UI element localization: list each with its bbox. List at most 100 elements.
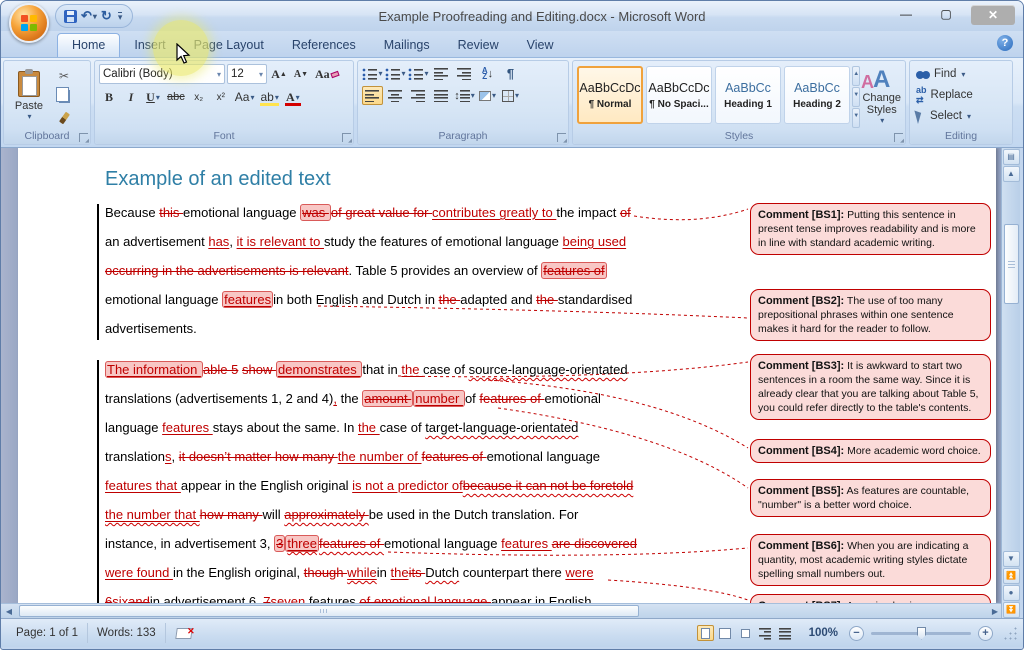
tab-mailings[interactable]: Mailings: [370, 34, 444, 57]
deleted-text-run[interactable]: 3: [274, 535, 285, 552]
tab-view[interactable]: View: [513, 34, 568, 57]
ruler-toggle-button[interactable]: ▤: [1003, 149, 1020, 165]
deleted-text-run[interactable]: its: [409, 565, 426, 580]
text-run[interactable]: ,: [229, 234, 236, 249]
inserted-text-run[interactable]: were: [565, 565, 593, 580]
deleted-text-run[interactable]: though: [304, 565, 347, 580]
doc-line[interactable]: an advertisement has, it is relevant to …: [105, 227, 637, 256]
align-center-button[interactable]: [385, 86, 406, 105]
text-run[interactable]: emotional: [544, 391, 600, 406]
proofing-errors-icon[interactable]: [176, 627, 192, 639]
multilevel-list-button[interactable]: ▾: [408, 64, 429, 83]
inserted-text-run[interactable]: has: [208, 234, 229, 249]
doc-line[interactable]: emotional language featuresin both Engli…: [105, 285, 637, 314]
web-layout-view-button[interactable]: [737, 625, 754, 641]
shrink-font-button[interactable]: A▼: [291, 64, 311, 84]
strikethrough-button[interactable]: abc: [165, 87, 187, 107]
deleted-text-run[interactable]: occurring in the advertisements is relev…: [105, 263, 349, 278]
text-run[interactable]: case of: [423, 362, 469, 377]
deleted-text-run[interactable]: features of: [422, 449, 487, 464]
deleted-text-run[interactable]: able 5: [203, 362, 238, 377]
styles-more-button[interactable]: ▼: [852, 108, 860, 128]
text-run[interactable]: emotional language: [487, 449, 600, 464]
comment-balloon-bs6[interactable]: Comment [BS6]: When you are indicating a…: [750, 534, 991, 586]
inserted-text-run[interactable]: six: [112, 594, 128, 603]
inserted-text-run[interactable]: were found: [105, 565, 173, 580]
style--no-spaci-[interactable]: AaBbCcDc¶ No Spaci...: [646, 66, 712, 124]
sort-button[interactable]: AZ↓: [477, 64, 498, 83]
document-text[interactable]: Because this emotional language was of g…: [105, 198, 637, 603]
inserted-text-run[interactable]: demonstrates: [276, 361, 362, 378]
deleted-text-run[interactable]: amount: [362, 390, 413, 407]
change-styles-button[interactable]: A Change Styles ▾: [862, 64, 901, 128]
style--normal[interactable]: AaBbCcDc¶ Normal: [577, 66, 643, 124]
zoom-slider-thumb[interactable]: [917, 627, 926, 640]
text-run[interactable]: stays about the same. In: [213, 420, 358, 435]
zoom-out-button[interactable]: −: [849, 626, 864, 641]
text-run[interactable]: translation: [105, 449, 165, 464]
text-run[interactable]: language: [105, 420, 162, 435]
text-run[interactable]: emotional language: [105, 292, 222, 307]
text-run[interactable]: the impact: [556, 205, 620, 220]
word-count[interactable]: Words: 133: [88, 623, 166, 643]
inserted-text-run[interactable]: the number that: [105, 507, 200, 522]
full-screen-reading-view-button[interactable]: [717, 625, 734, 641]
deleted-text-run[interactable]: the: [439, 292, 461, 307]
bullets-button[interactable]: ▾: [362, 64, 383, 83]
save-button[interactable]: [64, 10, 77, 23]
text-run[interactable]: emotional language: [183, 205, 300, 220]
align-right-button[interactable]: [408, 86, 429, 105]
text-run[interactable]: Dutch: [425, 565, 459, 580]
deleted-text-run[interactable]: of emotional language: [359, 594, 491, 603]
comment-balloon-bs7[interactable]: Comment [BS7]: A semi-colon is an: [750, 594, 991, 603]
text-run[interactable]: instance, in advertisement 3,: [105, 536, 274, 551]
text-run[interactable]: an advertisement: [105, 234, 208, 249]
text-run[interactable]: in: [377, 565, 391, 580]
deleted-text-run[interactable]: show: [242, 362, 276, 377]
scroll-left-arrow[interactable]: ◀: [1, 605, 17, 618]
text-run[interactable]: Because: [105, 205, 159, 220]
doc-line[interactable]: advertisements.: [105, 314, 637, 343]
text-run[interactable]: . Table 5 provides an overview of: [349, 263, 542, 278]
zoom-slider[interactable]: [871, 632, 971, 635]
inserted-text-run[interactable]: is not a predictor of: [352, 478, 463, 493]
tab-references[interactable]: References: [278, 34, 370, 57]
doc-line[interactable]: language features stays about the same. …: [105, 413, 637, 442]
resize-grip[interactable]: [1004, 627, 1017, 640]
inserted-text-run[interactable]: number: [413, 390, 465, 407]
format-painter-button[interactable]: [53, 109, 75, 128]
shading-button[interactable]: ▾: [477, 86, 498, 105]
redo-button[interactable]: ↻: [101, 8, 112, 24]
text-run[interactable]: in both English and Dutch in: [273, 292, 439, 307]
font-color-button[interactable]: A▾: [283, 87, 303, 107]
deleted-text-run[interactable]: the: [536, 292, 558, 307]
deleted-text-run[interactable]: features of: [319, 536, 384, 551]
cut-button[interactable]: ✂: [53, 66, 75, 85]
superscript-button[interactable]: x²: [211, 87, 231, 107]
next-page-button[interactable]: ⏬: [1003, 602, 1020, 618]
font-dialog-launcher[interactable]: [342, 133, 351, 142]
doc-line[interactable]: translations, it doesn’t matter how many…: [105, 442, 637, 471]
doc-line[interactable]: The information able 5 show demonstrates…: [105, 355, 637, 384]
comment-balloon-bs1[interactable]: Comment [BS1]: Putting this sentence in …: [750, 203, 991, 255]
text-run[interactable]: study the features of emotional language: [324, 234, 563, 249]
text-run[interactable]: will: [263, 507, 285, 522]
styles-dialog-launcher[interactable]: [894, 133, 903, 142]
document-heading[interactable]: Example of an edited text: [105, 168, 331, 191]
text-run[interactable]: emotional language: [384, 536, 501, 551]
maximize-button[interactable]: ▢: [931, 6, 961, 24]
clipboard-dialog-launcher[interactable]: [79, 133, 88, 142]
change-case-button[interactable]: Aa▾: [233, 87, 257, 107]
undo-button[interactable]: ↶▾: [81, 8, 97, 24]
draft-view-button[interactable]: [777, 625, 794, 641]
text-run[interactable]: features: [309, 594, 360, 603]
inserted-text-run[interactable]: features: [222, 291, 273, 308]
italic-button[interactable]: I: [121, 87, 141, 107]
text-run[interactable]: standardised: [558, 292, 632, 307]
increase-indent-button[interactable]: [454, 64, 475, 83]
text-run[interactable]: source-language-orientated: [469, 362, 628, 377]
inserted-text-run[interactable]: the: [390, 565, 408, 580]
font-size-combo[interactable]: 12▾: [227, 64, 267, 84]
inserted-text-run[interactable]: the: [401, 362, 423, 377]
text-run[interactable]: that in: [362, 362, 401, 377]
